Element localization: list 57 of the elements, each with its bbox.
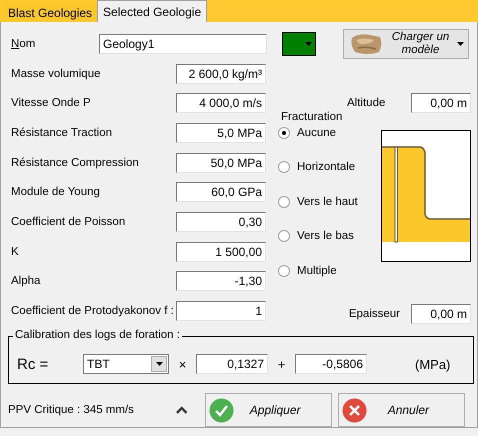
operator-sign: +: [276, 356, 286, 372]
field-label: Coefficient de Protodyakonov f :: [11, 305, 175, 318]
formula-label: Rc =: [17, 356, 50, 372]
value-field[interactable]: -1,30: [176, 271, 266, 292]
factor-field[interactable]: 0,1327: [196, 354, 268, 374]
cancel-button[interactable]: Annuler: [338, 393, 465, 427]
source-dropdown[interactable]: TBT: [83, 354, 169, 374]
ppv-text: PPV Critique : 345 mm/s: [8, 404, 135, 416]
chevron-up-icon[interactable]: [176, 406, 188, 414]
close-icon: [342, 398, 367, 422]
radio-button[interactable]: [278, 264, 290, 277]
radio-label: Aucune: [297, 126, 336, 139]
field-label: Résistance Traction: [11, 126, 113, 139]
tab[interactable]: Selected Geologie: [97, 0, 208, 22]
rock-sample-icon: [350, 32, 384, 56]
load-model-button[interactable]: Charger un modèle: [343, 28, 469, 59]
offset-field[interactable]: -0,5806: [295, 354, 367, 374]
value-field[interactable]: 5,0 MPa: [176, 122, 266, 143]
field-label: Altitude: [347, 97, 386, 110]
operator-sign: ×: [178, 356, 188, 372]
value-field[interactable]: 4 000,0 m/s: [176, 93, 266, 114]
unit-label: (MPa): [415, 356, 450, 372]
radio-button[interactable]: [278, 161, 290, 174]
value-field[interactable]: 0,30: [176, 212, 266, 232]
group-title: Calibration des logs de foration :: [13, 329, 182, 341]
caret-icon: [305, 42, 312, 46]
value-field[interactable]: 60,0 GPa: [176, 182, 266, 202]
tab[interactable]: Blast Geologies: [3, 3, 98, 22]
field-label: Module de Young: [11, 186, 101, 198]
field-label: Coefficient de Poisson: [11, 216, 126, 228]
field-label: Résistance Compression: [11, 156, 140, 169]
field-label: Masse volumique: [11, 68, 102, 80]
color-picker[interactable]: [282, 32, 316, 56]
group-label: Fracturation: [281, 111, 344, 126]
radio-label: Vers le bas: [297, 230, 354, 242]
field-label: Vitesse Onde P: [11, 97, 92, 110]
altitude-field[interactable]: 0,00 m: [411, 93, 471, 114]
field-label: Epaisseur: [348, 308, 400, 320]
value-field[interactable]: 1 500,00: [176, 242, 266, 262]
value-field[interactable]: 1: [176, 301, 266, 322]
field-label: Nom: [11, 38, 36, 50]
apply-button[interactable]: Appliquer: [204, 393, 332, 427]
field-label: Alpha: [11, 275, 42, 288]
caret-icon: [457, 42, 464, 46]
field-label: K: [11, 246, 20, 258]
radio-button[interactable]: [278, 126, 290, 139]
radio-button[interactable]: [278, 196, 290, 208]
thickness-field[interactable]: 0,00 m: [411, 304, 471, 324]
radio-label: Horizontale: [297, 161, 356, 174]
value-field[interactable]: 2 600,0 kg/m³: [176, 64, 266, 84]
caret-icon: [156, 362, 162, 366]
value-field[interactable]: 50,0 MPa: [176, 152, 266, 173]
name-field[interactable]: Geology1: [99, 34, 267, 54]
radio-label: Vers le haut: [297, 196, 358, 208]
check-icon: [208, 398, 234, 422]
radio-button[interactable]: [278, 230, 290, 242]
radio-label: Multiple: [297, 264, 337, 277]
